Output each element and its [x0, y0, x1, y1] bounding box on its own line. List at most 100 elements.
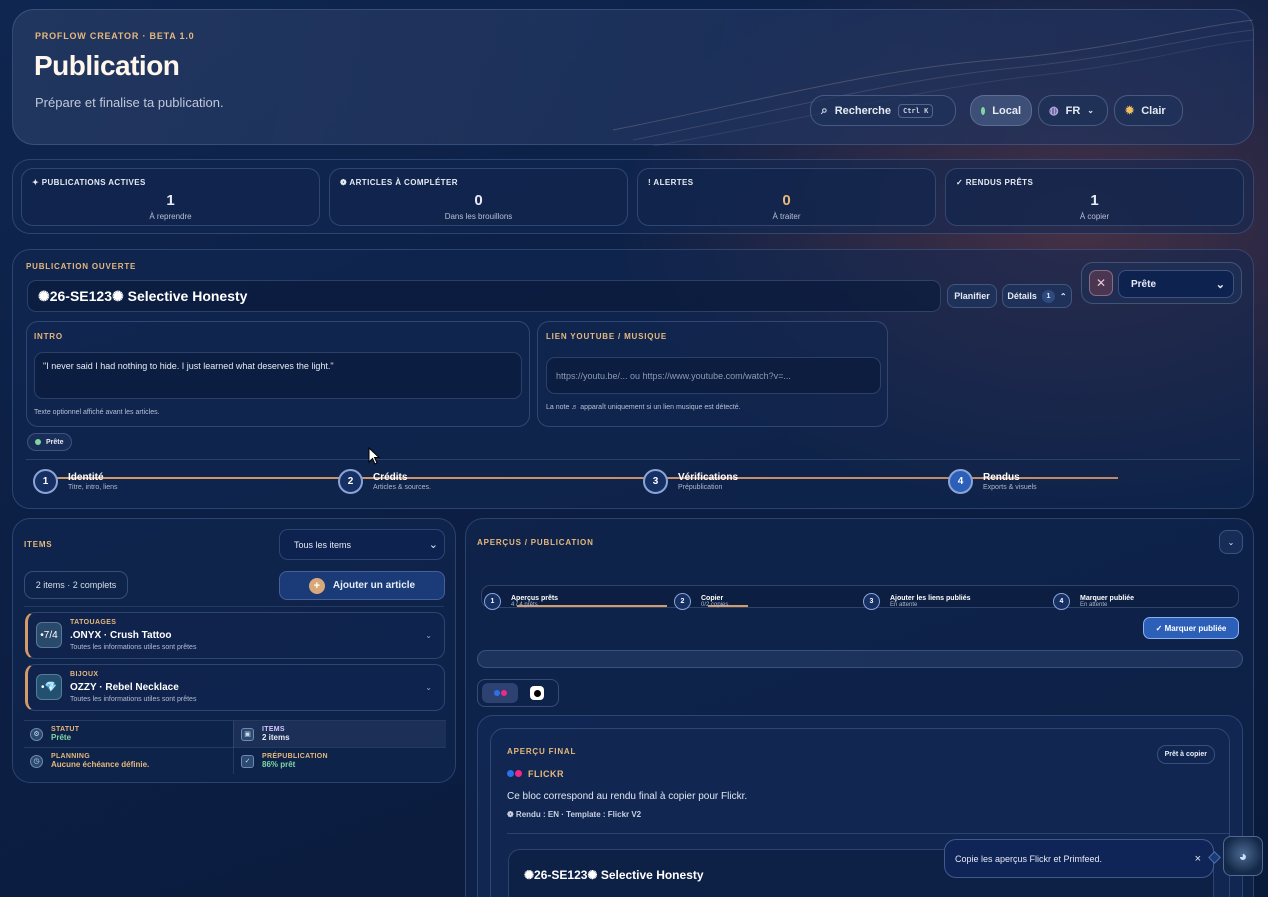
summary-status: ⚙ STATUT Prête [30, 721, 79, 747]
publication-panel: PUBLICATION OUVERTE ✺26-SE123✺ Selective… [12, 249, 1254, 509]
step-title: Crédits [373, 472, 408, 483]
chevron-down-icon[interactable]: ⌄ [1219, 530, 1243, 554]
status-badge: Prête [27, 433, 72, 451]
items-label: ITEMS [24, 540, 53, 549]
status-box: ✕ Prête ⌄ [1081, 262, 1242, 304]
item-category: TATOUAGES [70, 619, 117, 626]
publication-title-input[interactable]: ✺26-SE123✺ Selective Honesty [27, 280, 941, 312]
step-credits[interactable]: 2 Crédits Articles & sources. [338, 469, 431, 494]
intro-panel: INTRO "I never said I had nothing to hid… [26, 321, 530, 427]
step-title: Identité [68, 472, 104, 483]
plan-button[interactable]: Planifier [947, 284, 997, 308]
flickr-icon [507, 769, 522, 779]
plus-icon: + [308, 577, 325, 594]
globe-icon: ◍ [1049, 105, 1059, 117]
divider [24, 606, 444, 607]
search-button[interactable]: ⌕ Recherche Ctrl K [810, 95, 956, 126]
status-select-value: Prête [1131, 278, 1157, 290]
step-number: 3 [863, 593, 880, 610]
page-title: Publication [34, 50, 180, 81]
mark-published-button[interactable]: ✓ Marquer publiée [1143, 617, 1239, 639]
items-filter-select[interactable]: Tous les items ⌄ [279, 529, 445, 560]
section-label: PUBLICATION OUVERTE [26, 262, 137, 271]
theme-label: Clair [1141, 104, 1166, 117]
step-number: 1 [33, 469, 58, 494]
close-icon[interactable]: × [1195, 853, 1201, 865]
stat-sub: À reprendre [149, 212, 192, 221]
step-number: 4 [948, 469, 973, 494]
step-sub: 4 / 4 prêts [511, 602, 538, 608]
summary-value: 86% prêt [262, 760, 296, 769]
stat-active-publications: ✦ PUBLICATIONS ACTIVES 1 À reprendre [21, 168, 320, 226]
search-shortcut: Ctrl K [898, 103, 934, 118]
ready-badge[interactable]: Prêt à copier [1156, 745, 1215, 764]
summary-value: Aucune échéance définie. [51, 760, 150, 769]
divider [507, 833, 1229, 834]
tab-flickr[interactable] [482, 683, 518, 703]
items-filter-value: Tous les items [294, 539, 352, 550]
step-sub: Articles & sources. [373, 484, 431, 491]
list-item[interactable]: •💎 BIJOUX OZZY · Rebel Necklace Toutes l… [25, 664, 445, 711]
chevron-down-icon[interactable]: ⌄ [425, 631, 432, 640]
summary-label: PLANNING [51, 753, 90, 760]
language-select[interactable]: ◍ FR ⌄ [1038, 95, 1108, 126]
item-name: OZZY · Rebel Necklace [70, 682, 179, 693]
status-select[interactable]: Prête ⌄ [1118, 270, 1234, 298]
step-renders[interactable]: 4 Rendus Exports & visuels [948, 469, 1037, 494]
items-count: 2 items · 2 complets [24, 571, 128, 599]
stat-value: 1 [1090, 192, 1099, 209]
search-label: Recherche [834, 104, 891, 117]
add-article-button[interactable]: + Ajouter un article [279, 571, 445, 600]
list-item[interactable]: •7/4 TATOUAGES .ONYX · Crush Tattoo Tout… [25, 612, 445, 659]
preview-step-4: 4 Marquer publiée En attente [1053, 593, 1134, 610]
step-number: 3 [643, 469, 668, 494]
render-title: ✺26-SE123✺ Selective Honesty [524, 868, 704, 882]
search-icon: ⌕ [821, 103, 828, 117]
primfeed-icon [533, 689, 541, 697]
intro-textarea[interactable]: "I never said I had nothing to hide. I j… [34, 352, 522, 399]
chevron-down-icon: ⌄ [1087, 106, 1094, 115]
summary-label: PRÉPUBLICATION [262, 753, 328, 760]
stat-value: 1 [166, 192, 175, 209]
summary-planning: ◷ PLANNING Aucune échéance définie. [30, 748, 149, 774]
status-badge-label: Prête [46, 438, 64, 446]
stat-value: 0 [782, 192, 791, 209]
flickr-blue-icon [493, 690, 500, 696]
preview-step-1: 1 Aperçus prêts 4 / 4 prêts [484, 593, 558, 610]
close-icon[interactable]: ✕ [1089, 270, 1113, 296]
item-category: BIJOUX [70, 671, 99, 678]
step-sub: En attente [890, 602, 918, 608]
summary-value: Prête [51, 733, 72, 742]
local-toggle[interactable]: Local [970, 95, 1032, 126]
stat-value: 0 [474, 192, 483, 209]
stat-label: ❁ ARTICLES À COMPLÉTER [340, 178, 458, 187]
summary-label: STATUT [51, 726, 80, 733]
step-number: 2 [338, 469, 363, 494]
step-title: Copier [701, 595, 724, 602]
tab-primfeed[interactable] [530, 686, 544, 700]
youtube-link-input[interactable]: https://youtu.be/... ou https://www.yout… [546, 357, 881, 394]
assistant-avatar[interactable]: ◕ [1223, 836, 1263, 876]
app-kicker: PROFLOW CREATOR · BETA 1.0 [35, 31, 195, 41]
platform-name: FLICKR [528, 769, 564, 779]
add-article-label: Ajouter un article [332, 580, 416, 591]
theme-toggle[interactable]: ✹ Clair [1114, 95, 1183, 126]
details-button[interactable]: Détails 1 ⌃ [1002, 284, 1072, 308]
step-sub: 0/2 copies [701, 602, 729, 608]
step-number: 4 [1053, 593, 1070, 610]
preview-step-2: 2 Copier 0/2 copies [674, 593, 728, 610]
local-label: Local [992, 104, 1021, 117]
stat-label: ✓ RENDUS PRÊTS [956, 178, 1034, 187]
step-title: Ajouter les liens publiés [890, 595, 971, 602]
step-identity[interactable]: 1 Identité Titre, intro, liens [33, 469, 118, 494]
preview-label: APERÇUS / PUBLICATION [477, 538, 594, 547]
step-checks[interactable]: 3 Vérifications Prépublication [643, 469, 738, 494]
chevron-down-icon: ⌄ [428, 539, 438, 551]
language-label: FR [1065, 104, 1081, 117]
stat-sub: Dans les brouillons [444, 212, 513, 221]
item-desc: Toutes les informations utiles sont prêt… [70, 696, 197, 703]
chevron-down-icon[interactable]: ⌄ [425, 683, 432, 692]
toast-message: Copie les aperçus Flickr et Primfeed. [955, 853, 1103, 864]
final-label: APERÇU FINAL [507, 747, 577, 756]
step-sub: En attente [1080, 602, 1108, 608]
